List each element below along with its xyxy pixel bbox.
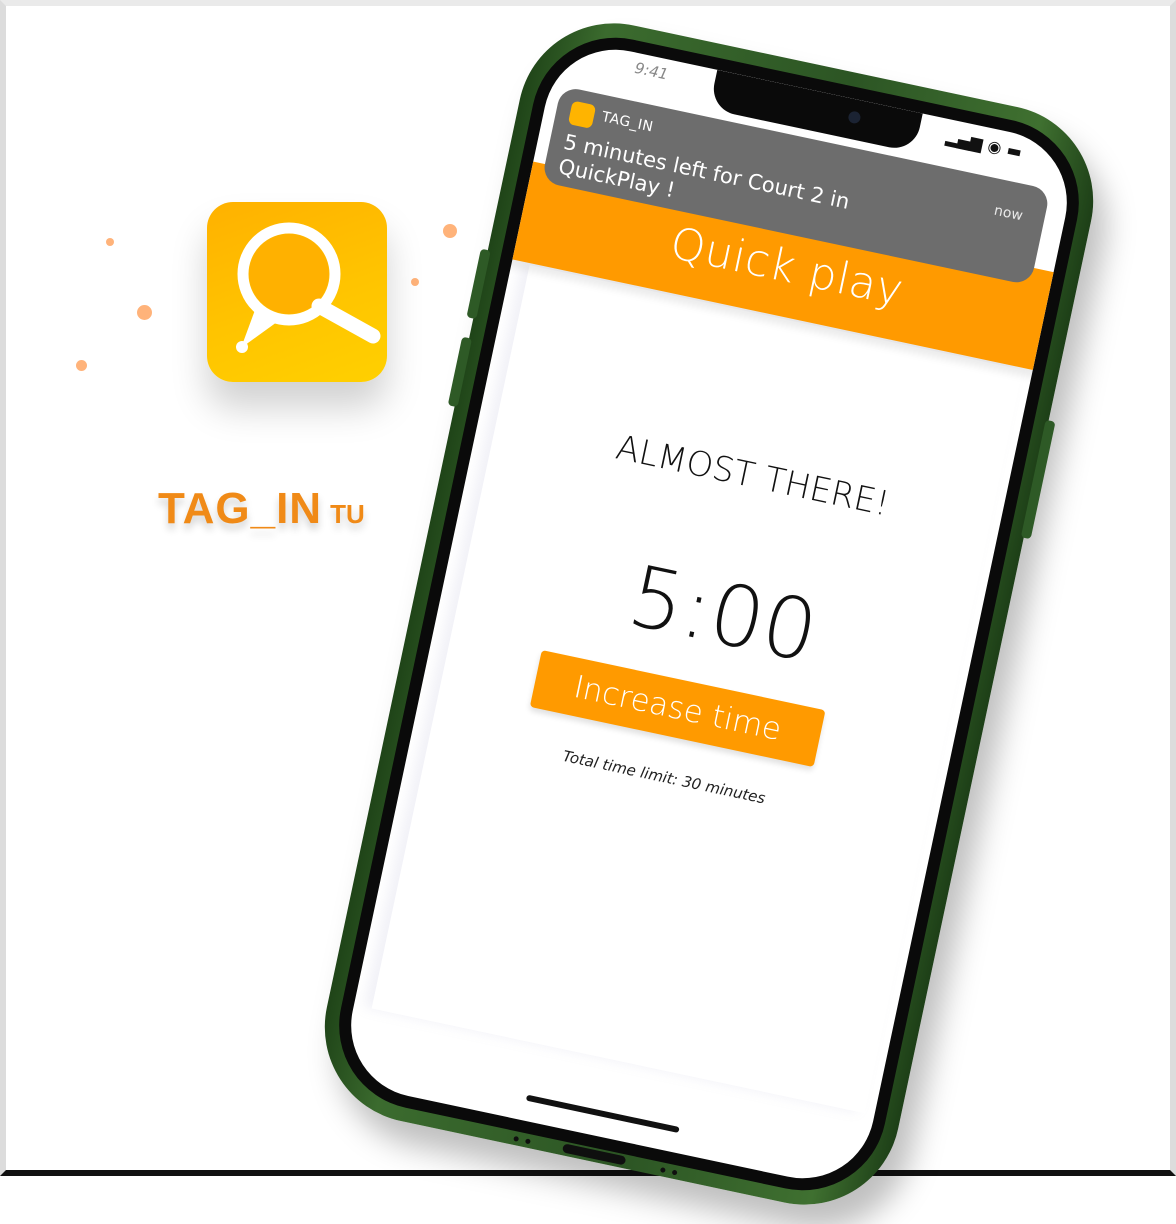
volume-down-button — [447, 336, 473, 408]
decor-dot — [411, 278, 419, 286]
notification-app-name: TAG_IN — [600, 109, 655, 136]
volume-up-button — [466, 248, 491, 320]
speaker-grille — [513, 1135, 520, 1142]
decor-dot — [76, 360, 87, 371]
decor-dot — [137, 305, 152, 320]
app-icon — [207, 202, 387, 382]
brand-suffix: TU — [330, 499, 365, 529]
notification-app-icon — [567, 100, 597, 129]
phone-body: 9:41 ▂▄▆ ◉ ▬ TAG_IN now 5 minutes left f… — [306, 5, 1112, 1223]
signal-wifi-battery-icons: ▂▄▆ ◉ ▬ — [944, 127, 1024, 162]
home-indicator[interactable] — [525, 1094, 680, 1133]
speaker-grille — [659, 1167, 666, 1174]
magnifier-pin-icon — [236, 222, 381, 353]
brand-wordmark: TAG_IN TU — [158, 484, 418, 534]
decor-dot — [443, 224, 457, 238]
front-camera — [847, 110, 862, 125]
speaker-grille — [524, 1138, 531, 1145]
notification-time: now — [992, 202, 1025, 225]
brand-name: TAG_IN — [158, 484, 323, 533]
status-time: 9:41 — [633, 58, 670, 84]
phone-screen: 9:41 ▂▄▆ ◉ ▬ TAG_IN now 5 minutes left f… — [337, 36, 1081, 1192]
phone-bezel: 9:41 ▂▄▆ ◉ ▬ TAG_IN now 5 minutes left f… — [323, 22, 1095, 1206]
decor-dot — [106, 238, 114, 246]
speaker-grille — [671, 1169, 678, 1176]
